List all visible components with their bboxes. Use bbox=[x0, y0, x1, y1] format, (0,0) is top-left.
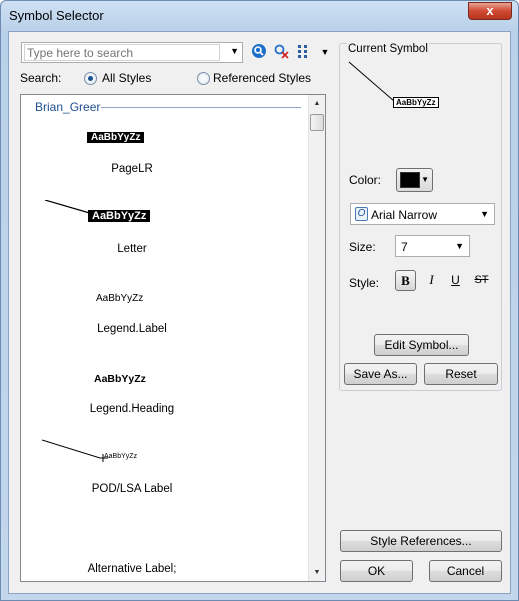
referenced-styles-label[interactable]: Referenced Styles bbox=[213, 71, 311, 85]
chevron-down-icon: ▼ bbox=[480, 209, 489, 219]
symbol-name: Alternative Label; bbox=[87, 563, 177, 575]
current-symbol-label: Current Symbol bbox=[347, 43, 429, 55]
group-divider bbox=[101, 107, 301, 108]
color-swatch bbox=[400, 172, 420, 188]
leader-line-icon bbox=[42, 439, 108, 462]
italic-toggle[interactable]: I bbox=[421, 270, 442, 291]
symbol-name: POD/LSA Label bbox=[91, 483, 173, 495]
edit-symbol-button[interactable]: Edit Symbol... bbox=[374, 334, 469, 356]
chevron-down-icon: ▼ bbox=[421, 175, 429, 184]
symbol-sample: AaBbYyZz bbox=[87, 132, 145, 143]
opentype-font-icon: O bbox=[355, 207, 368, 221]
save-as-button[interactable]: Save As... bbox=[344, 363, 417, 385]
style-label: Style: bbox=[349, 276, 380, 290]
symbol-preview: AaBbYyZz bbox=[393, 97, 439, 108]
symbol-name: Letter bbox=[117, 243, 147, 255]
chevron-down-icon[interactable]: ▼ bbox=[230, 46, 239, 56]
symbol-selector-window: Symbol Selector x ▼ ▼ Search: All Styles… bbox=[0, 0, 519, 601]
cancel-button[interactable]: Cancel bbox=[429, 560, 502, 582]
search-icon[interactable] bbox=[250, 43, 268, 61]
style-group-header: Brian_Greer bbox=[35, 100, 101, 114]
clear-search-icon[interactable] bbox=[272, 43, 290, 61]
referenced-styles-radio[interactable] bbox=[197, 72, 210, 85]
symbol-name: Legend.Heading bbox=[89, 403, 175, 415]
symbol-sample: AaBbYyZz bbox=[88, 210, 151, 222]
vertical-scrollbar[interactable]: ▲ ▼ bbox=[308, 95, 325, 581]
font-select[interactable]: O Arial Narrow ▼ bbox=[350, 203, 495, 225]
preview-leader-line-icon bbox=[348, 61, 395, 102]
dialog-client: ▼ ▼ Search: All Styles Referenced Styles… bbox=[8, 31, 511, 594]
all-styles-label[interactable]: All Styles bbox=[102, 71, 151, 85]
grid-view-icon[interactable] bbox=[296, 43, 314, 61]
font-value: Arial Narrow bbox=[371, 208, 438, 222]
reset-button[interactable]: Reset bbox=[424, 363, 498, 385]
chevron-down-icon: ▼ bbox=[455, 241, 464, 251]
symbol-sample: AaBbYyZz bbox=[94, 373, 146, 385]
symbol-sample: AaBbYyZz bbox=[104, 453, 138, 460]
title-bar[interactable]: Symbol Selector x bbox=[1, 1, 518, 31]
underline-toggle[interactable]: U bbox=[445, 270, 466, 291]
search-combo[interactable]: ▼ bbox=[21, 42, 243, 63]
strikethrough-toggle[interactable]: ST bbox=[471, 270, 492, 291]
symbol-name: Legend.Label bbox=[97, 323, 167, 335]
scroll-thumb[interactable] bbox=[310, 114, 324, 131]
color-picker-button[interactable]: ▼ bbox=[396, 168, 433, 192]
ok-button[interactable]: OK bbox=[340, 560, 413, 582]
style-references-button[interactable]: Style References... bbox=[340, 530, 502, 552]
search-scope-label: Search: bbox=[20, 71, 62, 85]
symbol-sample: AaBbYyZz bbox=[96, 293, 144, 304]
symbol-name: PageLR bbox=[111, 163, 153, 175]
symbol-list[interactable]: Brian_Greer AaBbYyZz PageLR AaBbYyZz Let… bbox=[20, 94, 326, 582]
color-label: Color: bbox=[349, 173, 382, 187]
size-value: 7 bbox=[401, 240, 408, 254]
size-select[interactable]: 7 ▼ bbox=[395, 235, 470, 257]
size-label: Size: bbox=[349, 240, 376, 254]
window-title: Symbol Selector bbox=[9, 8, 104, 23]
all-styles-radio[interactable] bbox=[84, 72, 97, 85]
view-options-chevron-icon[interactable]: ▼ bbox=[316, 43, 334, 61]
scroll-up-icon[interactable]: ▲ bbox=[309, 95, 325, 112]
search-input[interactable] bbox=[24, 44, 220, 61]
close-button[interactable]: x bbox=[468, 2, 512, 20]
scroll-down-icon[interactable]: ▼ bbox=[309, 564, 325, 581]
bold-toggle[interactable]: B bbox=[395, 270, 416, 291]
